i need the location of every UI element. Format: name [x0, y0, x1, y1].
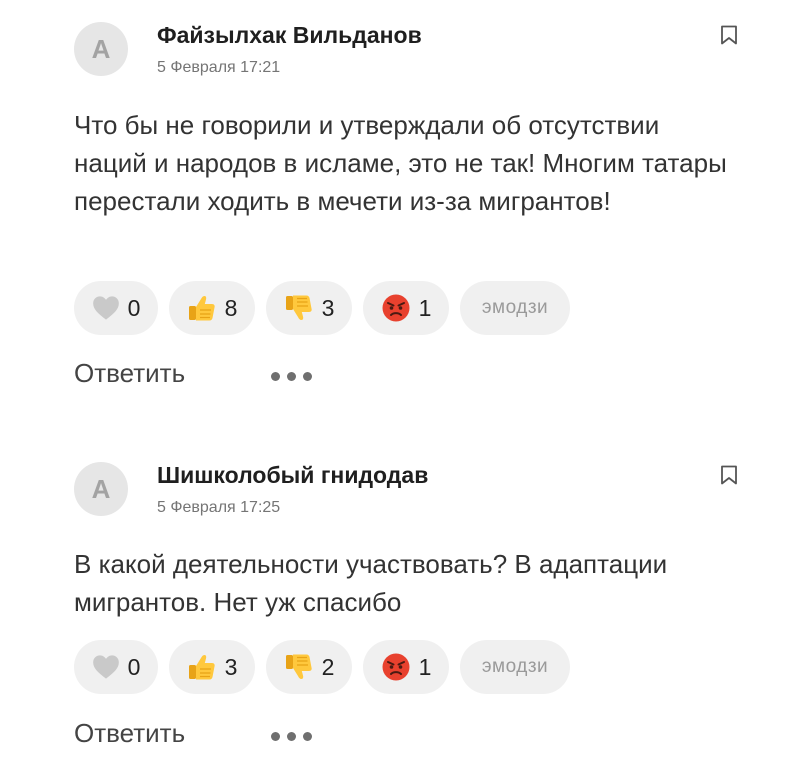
- reaction-angry-button[interactable]: 1: [363, 281, 449, 335]
- comment-author[interactable]: Шишколобый гнидодав: [157, 462, 428, 489]
- reaction-count: 2: [321, 653, 335, 680]
- angry-face-emoji-icon: [381, 293, 411, 323]
- reply-button[interactable]: Ответить: [74, 718, 185, 749]
- heart-icon: [92, 295, 120, 321]
- more-dots-icon[interactable]: [271, 372, 312, 381]
- comment-author[interactable]: Файзылхак Вильданов: [157, 22, 422, 49]
- avatar[interactable]: A: [74, 22, 128, 76]
- reaction-thumbs-up-button[interactable]: 8: [169, 281, 255, 335]
- angry-face-emoji-icon: [381, 652, 411, 682]
- reaction-heart-button[interactable]: 0: [74, 281, 158, 335]
- thumbs-up-emoji-icon: [187, 293, 217, 323]
- reaction-angry-button[interactable]: 1: [363, 640, 449, 694]
- add-emoji-button[interactable]: эмодзи: [460, 640, 570, 694]
- reaction-thumbs-up-button[interactable]: 3: [169, 640, 255, 694]
- reactions-bar: 0 8 3 1 эмодзи: [74, 281, 570, 335]
- reaction-count: 1: [418, 653, 432, 680]
- thumbs-down-emoji-icon: [284, 293, 314, 323]
- comment-text: Что бы не говорили и утверждали об отсут…: [74, 110, 727, 216]
- reaction-count: 0: [127, 653, 141, 680]
- emoji-button-label: эмодзи: [481, 656, 549, 677]
- emoji-button-label: эмодзи: [481, 297, 549, 318]
- reaction-count: 1: [418, 294, 432, 321]
- comment-text: В какой деятельности участвовать? В адап…: [74, 549, 668, 617]
- more-dots-icon[interactable]: [271, 732, 312, 741]
- reaction-heart-button[interactable]: 0: [74, 640, 158, 694]
- reaction-count: 8: [224, 294, 238, 321]
- add-emoji-button[interactable]: эмодзи: [460, 281, 570, 335]
- bookmark-icon[interactable]: [720, 25, 738, 45]
- avatar-letter: A: [91, 33, 111, 64]
- reaction-count: 0: [127, 294, 141, 321]
- bookmark-icon[interactable]: [720, 465, 738, 485]
- reaction-thumbs-down-button[interactable]: 3: [266, 281, 352, 335]
- reaction-count: 3: [321, 294, 335, 321]
- reactions-bar: 0 3 2 1 эмодзи: [74, 640, 570, 694]
- thumbs-down-emoji-icon: [284, 652, 314, 682]
- comment-date: 5 Февраля 17:21: [157, 59, 281, 76]
- reaction-count: 3: [224, 653, 238, 680]
- thumbs-up-emoji-icon: [187, 652, 217, 682]
- reaction-thumbs-down-button[interactable]: 2: [266, 640, 352, 694]
- comment-date: 5 Февраля 17:25: [157, 499, 281, 516]
- reply-button[interactable]: Ответить: [74, 358, 185, 389]
- avatar-letter: A: [91, 473, 111, 504]
- avatar[interactable]: A: [74, 462, 128, 516]
- heart-icon: [92, 654, 120, 680]
